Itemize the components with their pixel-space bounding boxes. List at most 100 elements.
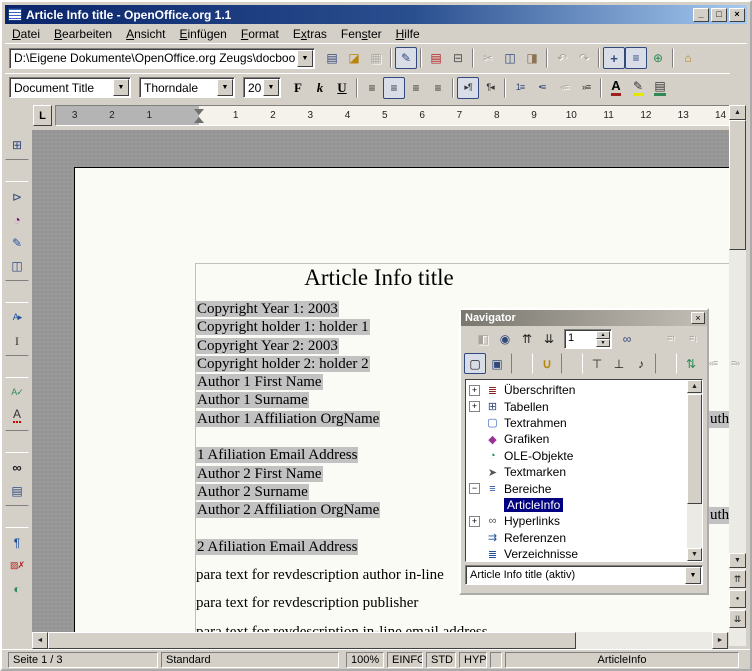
toolbar-button[interactable]: ↶ <box>551 47 573 69</box>
toolbar-button[interactable]: ▤ <box>425 47 447 69</box>
toolbar-button[interactable]: U <box>331 77 353 99</box>
toolbar-button[interactable]: A▸ <box>5 306 29 329</box>
toolbar-button[interactable]: ✎ <box>5 231 29 254</box>
toolbar-button[interactable]: »≡ <box>575 77 597 99</box>
maximize-button[interactable]: □ <box>711 8 727 22</box>
navigator-tree-item[interactable]: − ≡ Bereiche <box>466 480 687 496</box>
spin-up-button[interactable]: ▲ <box>596 331 610 339</box>
list-scroll-thumb[interactable] <box>687 394 702 504</box>
menu-item[interactable]: Format <box>234 25 286 43</box>
paragraph-style-combobox[interactable]: Document Title ▼ <box>9 77 131 98</box>
toolbar-button[interactable]: ◔ <box>5 208 29 231</box>
toolbar-button[interactable]: ♪ <box>630 353 652 374</box>
menu-item[interactable]: Fenster <box>334 25 389 43</box>
menu-item[interactable]: Extras <box>286 25 334 43</box>
menu-item[interactable]: Datei <box>5 25 47 43</box>
toolbar-button[interactable]: ⇅ <box>680 353 702 374</box>
toolbar-button[interactable]: ⊟ <box>447 47 469 69</box>
toolbar-button[interactable]: F <box>287 77 309 99</box>
status-doc-modified[interactable] <box>490 652 502 668</box>
expand-toggle[interactable]: + <box>469 385 480 396</box>
toolbar-button[interactable]: «≡ <box>702 353 724 374</box>
menu-item[interactable]: Hilfe <box>389 25 427 43</box>
toolbar-button[interactable]: ≡ <box>383 77 405 99</box>
toolbar-button[interactable]: ⊤ <box>586 353 608 374</box>
navigator-tree-item[interactable]: ▢ Textrahmen <box>466 415 687 431</box>
url-combobox[interactable]: D:\Eigene Dokumente\OpenOffice.org Zeugs… <box>9 48 315 69</box>
toolbar-button[interactable]: «≡ <box>553 77 575 99</box>
toolbar-button[interactable]: ◪ <box>343 47 365 69</box>
toolbar-button[interactable]: ✎ <box>395 47 417 69</box>
toolbar-button[interactable]: ∪ <box>536 353 558 374</box>
tab-type-selector[interactable]: L <box>33 105 52 126</box>
toolbar-button[interactable]: A✓ <box>5 381 29 404</box>
toolbar-button[interactable]: ◫ <box>5 254 29 277</box>
document-line[interactable]: para text for revdescription publisher <box>196 594 562 612</box>
toolbar-button[interactable]: ◫ <box>499 47 521 69</box>
toolbar-button[interactable]: ⊕ <box>647 47 669 69</box>
toolbar-button[interactable]: ◉ <box>494 328 516 349</box>
status-insert-mode[interactable]: EINFG <box>387 652 423 668</box>
toolbar-button[interactable]: ▤ <box>321 47 343 69</box>
navigator-tree-item[interactable]: ➤ Textmarken <box>466 464 687 480</box>
toolbar-button[interactable]: ◧ <box>472 328 494 349</box>
toolbar-button[interactable]: ✎ <box>627 77 649 99</box>
title-bar[interactable]: Article Info title - OpenOffice.org 1.1 … <box>5 5 747 24</box>
list-scroll-up-button[interactable]: ▲ <box>687 380 702 393</box>
toolbar-button[interactable]: ≡ <box>427 77 449 99</box>
toolbar-button[interactable]: A <box>605 77 627 99</box>
spin-down-button[interactable]: ▼ <box>596 339 610 347</box>
toolbar-button[interactable]: ▨✗ <box>5 554 29 577</box>
toolbar-button[interactable]: ◨ <box>521 47 543 69</box>
toolbar-button[interactable]: ▸¶ <box>457 77 479 99</box>
toolbar-button[interactable]: •≡ <box>531 77 553 99</box>
toolbar-button[interactable]: ≡» <box>724 353 746 374</box>
document-line[interactable]: para text for revdescription in-line ema… <box>196 623 562 632</box>
document-heading[interactable]: Article Info title <box>196 265 562 300</box>
toolbar-button[interactable]: ⊞ <box>5 133 29 156</box>
expand-toggle[interactable]: − <box>469 483 480 494</box>
scroll-up-button[interactable]: ▲ <box>729 105 746 120</box>
navigator-tree-item[interactable]: ArticleInfo <box>466 497 687 513</box>
toolbar-button[interactable]: ↷ <box>573 47 595 69</box>
toolbar-button[interactable]: ¶◂ <box>479 77 501 99</box>
navigator-document-combobox[interactable]: Article Info title (aktiv) ▼ <box>465 565 703 585</box>
navigator-tree-item[interactable]: ◆ Grafiken <box>466 431 687 447</box>
size-dropdown-button[interactable]: ▼ <box>263 79 279 96</box>
scroll-right-button[interactable]: ► <box>712 632 728 649</box>
style-dropdown-button[interactable]: ▼ <box>113 79 129 96</box>
navigator-close-button[interactable]: × <box>691 312 705 324</box>
url-dropdown-button[interactable]: ▼ <box>297 50 313 67</box>
horizontal-ruler[interactable]: 321 1234567891011121314 <box>55 105 732 126</box>
status-hyperlink-mode[interactable]: HYP <box>459 652 487 668</box>
navigator-list-scrollbar[interactable]: ▲ ▼ <box>687 380 702 561</box>
toolbar-button[interactable]: ⇊ <box>538 328 560 349</box>
menu-item[interactable]: Einfügen <box>172 25 233 43</box>
toolbar-button[interactable]: ✂ <box>477 47 499 69</box>
navigator-tree-item[interactable]: ≣ Verzeichnisse <box>466 546 687 562</box>
font-size-combobox[interactable]: 20 ▼ <box>243 77 281 98</box>
toolbar-button[interactable]: k <box>309 77 331 99</box>
toolbar-button[interactable]: ▣ <box>486 353 508 374</box>
navigator-tree-item[interactable]: + ⊞ Tabellen <box>466 398 687 414</box>
expand-toggle[interactable]: + <box>469 516 480 527</box>
toolbar-button[interactable]: ≡ <box>625 47 647 69</box>
horizontal-scroll-thumb[interactable] <box>48 632 576 649</box>
navigator-tree-item[interactable]: + ≣ Überschriften <box>466 382 687 398</box>
toolbar-button[interactable]: ¶ <box>5 531 29 554</box>
navigator-title-bar[interactable]: Navigator × <box>461 310 707 326</box>
vertical-scrollbar[interactable]: ▲ ▼ ⇈ ● ⇊ <box>729 105 746 646</box>
status-zoom[interactable]: 100% <box>346 652 384 668</box>
next-page-button[interactable]: ⇊ <box>729 610 746 628</box>
toolbar-button[interactable]: + <box>603 47 625 69</box>
toolbar-button[interactable]: ▤ <box>5 479 29 502</box>
toolbar-button[interactable]: ≡↓ <box>682 328 704 349</box>
toolbar-button[interactable]: ▦ <box>365 47 387 69</box>
toolbar-button[interactable]: ⌂ <box>677 47 699 69</box>
toolbar-button[interactable]: ∞ <box>616 328 638 349</box>
font-dropdown-button[interactable]: ▼ <box>217 79 233 96</box>
list-scroll-down-button[interactable]: ▼ <box>687 548 702 561</box>
navigator-tree-item[interactable]: ⇉ Referenzen <box>466 530 687 546</box>
toolbar-button[interactable]: ⊥ <box>608 353 630 374</box>
toolbar-button[interactable]: 1≡ <box>509 77 531 99</box>
